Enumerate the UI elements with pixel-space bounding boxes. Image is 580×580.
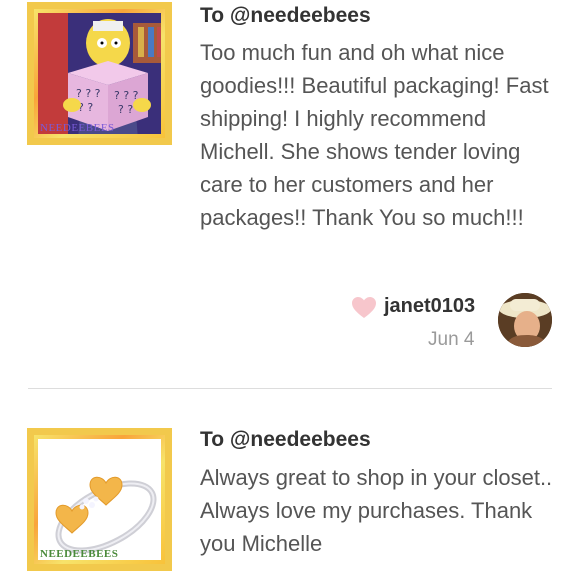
avatar[interactable] (498, 293, 552, 347)
ring-image (38, 439, 161, 560)
reviewer-username[interactable]: janet0103 (384, 295, 475, 318)
thumbnail-watermark: NEEDEEBEES (40, 122, 115, 134)
review-text: Too much fun and oh what nice goodies!!!… (200, 40, 549, 230)
avatar-image (498, 293, 552, 347)
review-recipient[interactable]: To @needeebees (200, 428, 371, 452)
svg-text:? ? ?: ? ? ? (76, 87, 101, 100)
cartoon-character-image: ? ? ? ? ? ? ? ? ? ? (38, 13, 161, 134)
review-date: Jun 4 (428, 329, 475, 350)
svg-text:? ?: ? ? (118, 103, 133, 116)
listing-thumbnail[interactable]: ? ? ? ? ? ? ? ? ? ? NEEDEEBEES (27, 2, 172, 145)
review-item: NEEDEEBEES To @needeebees Always great t… (0, 420, 580, 580)
listing-thumbnail[interactable]: NEEDEEBEES (27, 428, 172, 571)
review-text: Always great to shop in your closet.. Al… (200, 465, 553, 556)
heart-icon[interactable] (351, 296, 377, 320)
thumbnail-watermark: NEEDEEBEES (40, 548, 119, 560)
review-item: ? ? ? ? ? ? ? ? ? ? NEEDEEBEES To @neede… (0, 0, 580, 388)
divider (28, 388, 552, 389)
review-recipient[interactable]: To @needeebees (200, 4, 371, 28)
svg-text:? ? ?: ? ? ? (114, 89, 139, 102)
